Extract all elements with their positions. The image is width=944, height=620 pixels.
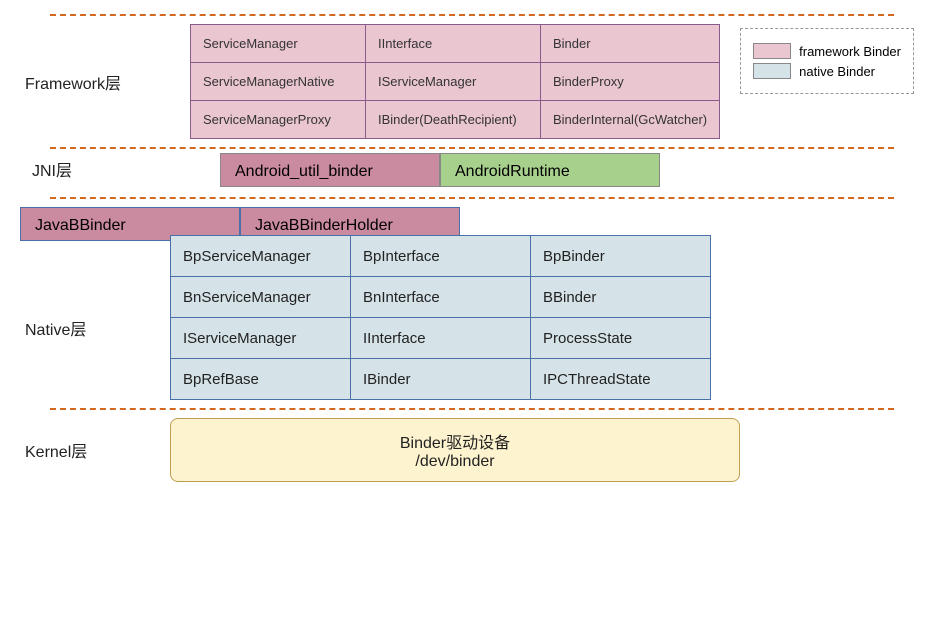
jni-layer: JNI层	[20, 157, 924, 181]
framework-layer: Framework层 ServiceManager IInterface Bin…	[20, 24, 924, 139]
fw-cell: BinderProxy	[541, 63, 720, 101]
native-grid: BpServiceManager BpInterface BpBinder Bn…	[170, 235, 711, 400]
divider-jni-native	[50, 197, 894, 199]
framework-grid: ServiceManager IInterface Binder Service…	[190, 24, 720, 139]
kernel-line2: /dev/binder	[191, 453, 719, 471]
kernel-box: Binder驱动设备 /dev/binder	[170, 418, 740, 482]
divider-fw-jni	[50, 147, 894, 149]
native-cell: IInterface	[351, 318, 531, 359]
native-cell: BpRefBase	[171, 359, 351, 400]
fw-cell: ServiceManagerProxy	[191, 101, 366, 139]
fw-cell: IInterface	[366, 25, 541, 63]
fw-cell: ServiceManagerNative	[191, 63, 366, 101]
native-cell: BpServiceManager	[171, 236, 351, 277]
native-cell: BnInterface	[351, 277, 531, 318]
native-cell: BnServiceManager	[171, 277, 351, 318]
divider-native-kernel	[50, 408, 894, 410]
native-cell: BpInterface	[351, 236, 531, 277]
native-layer: Native层 BpServiceManager BpInterface BpB…	[20, 255, 924, 400]
fw-cell: IServiceManager	[366, 63, 541, 101]
fw-cell: ServiceManager	[191, 25, 366, 63]
fw-cell: IBinder(DeathRecipient)	[366, 101, 541, 139]
kernel-label: Kernel层	[20, 438, 140, 462]
fw-cell: Binder	[541, 25, 720, 63]
kernel-layer: Kernel层 Binder驱动设备 /dev/binder	[20, 418, 924, 482]
framework-label: Framework层	[20, 70, 140, 94]
fw-cell: BinderInternal(GcWatcher)	[541, 101, 720, 139]
native-cell: IPCThreadState	[531, 359, 711, 400]
native-cell: IServiceManager	[171, 318, 351, 359]
kernel-line1: Binder驱动设备	[191, 429, 719, 453]
native-cell: BBinder	[531, 277, 711, 318]
native-cell: BpBinder	[531, 236, 711, 277]
native-cell: ProcessState	[531, 318, 711, 359]
native-cell: IBinder	[351, 359, 531, 400]
jni-label: JNI层	[20, 157, 140, 181]
native-label: Native层	[20, 316, 140, 340]
divider-top	[50, 14, 894, 16]
